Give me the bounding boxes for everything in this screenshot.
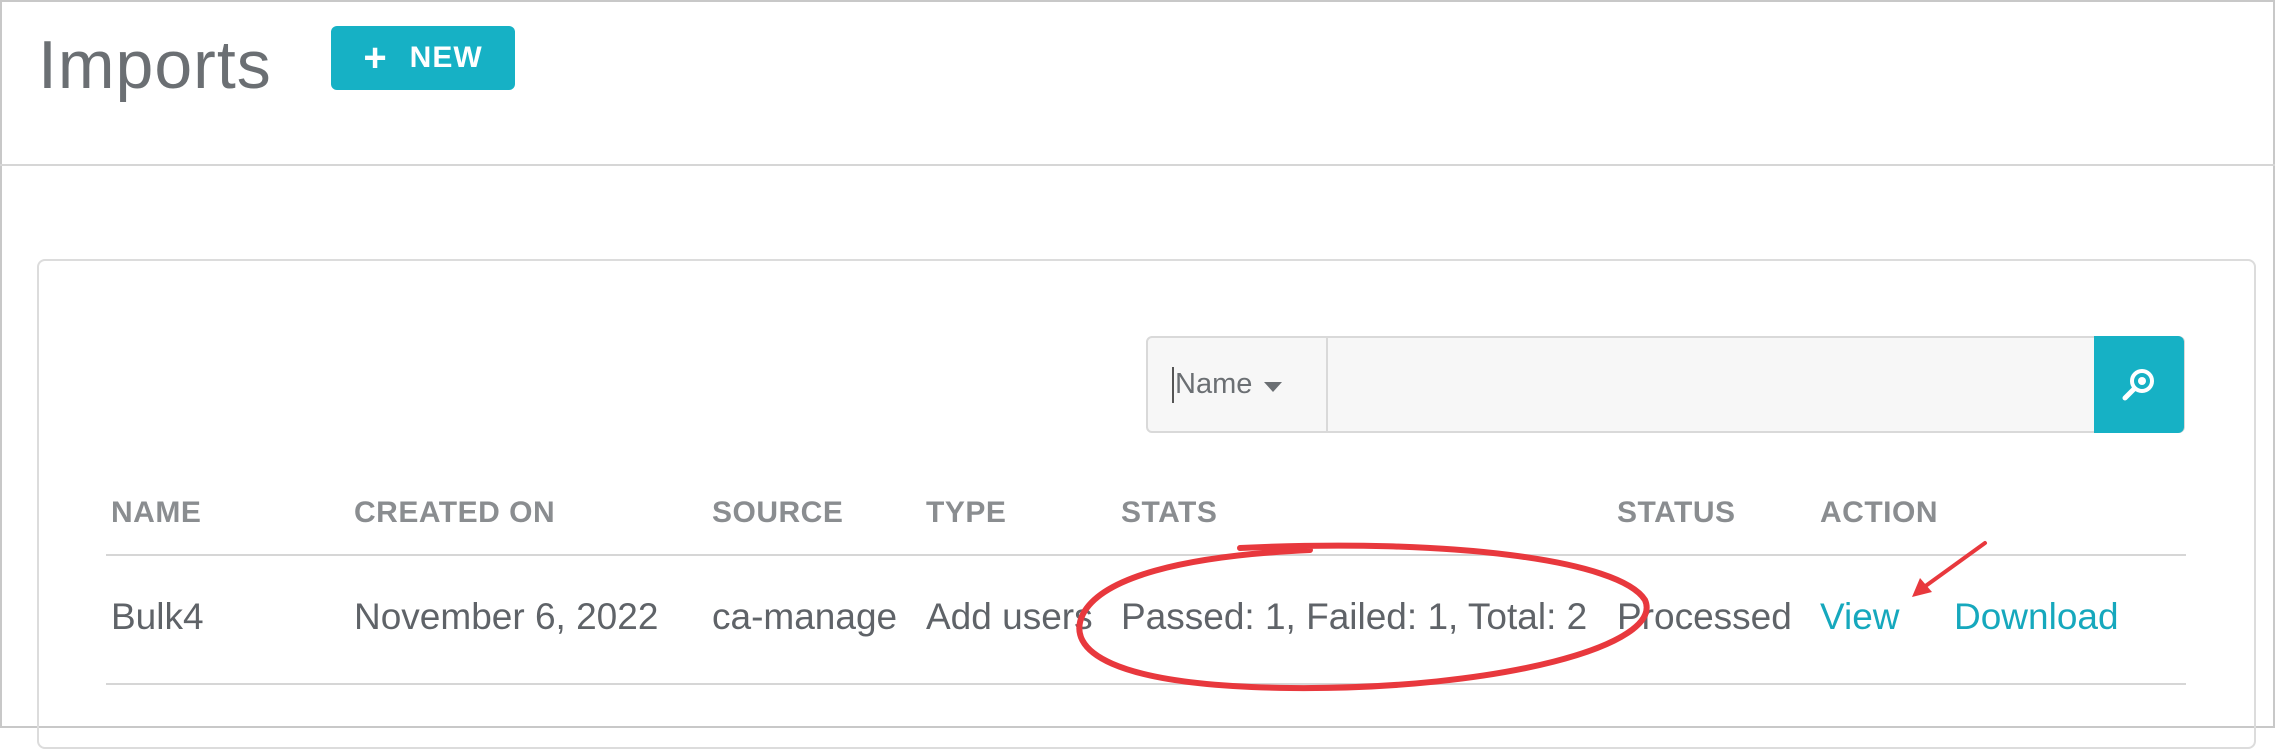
column-header-stats: STATS (1121, 496, 1218, 529)
search-button[interactable] (2094, 336, 2184, 433)
column-header-name[interactable]: NAME (111, 496, 201, 530)
row-divider (106, 683, 2186, 685)
new-import-button[interactable]: + NEW (331, 26, 515, 90)
column-header-type[interactable]: TYPE (926, 496, 1006, 530)
column-header-status[interactable]: STATUS (1617, 496, 1736, 530)
row-name: Bulk4 (111, 596, 204, 637)
row-stats: Passed: 1, Failed: 1, Total: 2 (1121, 596, 1588, 637)
text-cursor (1172, 366, 1174, 403)
column-header-action: ACTION (1820, 496, 1938, 529)
view-link[interactable]: View (1820, 596, 1900, 638)
row-type: Add users (926, 596, 1093, 637)
page-title: Imports (38, 27, 272, 103)
download-link[interactable]: Download (1954, 596, 2119, 638)
caret-down-icon (1264, 381, 1283, 392)
new-button-label: NEW (409, 41, 483, 74)
header-divider (106, 554, 2186, 556)
search-field-label: Name (1175, 368, 1253, 400)
search-field-selector[interactable]: Name (1148, 338, 1328, 431)
plus-icon: + (363, 36, 388, 80)
page-header: Imports + NEW (0, 0, 2275, 166)
column-header-source[interactable]: SOURCE (712, 496, 843, 530)
column-header-created-on[interactable]: CREATED ON (354, 496, 555, 530)
search-bar: Name (1146, 336, 2185, 433)
search-input[interactable] (1330, 338, 2095, 431)
search-icon (2122, 368, 2154, 400)
row-status: Processed (1617, 596, 1792, 637)
row-source: ca-manage (712, 596, 898, 637)
row-created-on: November 6, 2022 (354, 596, 659, 637)
